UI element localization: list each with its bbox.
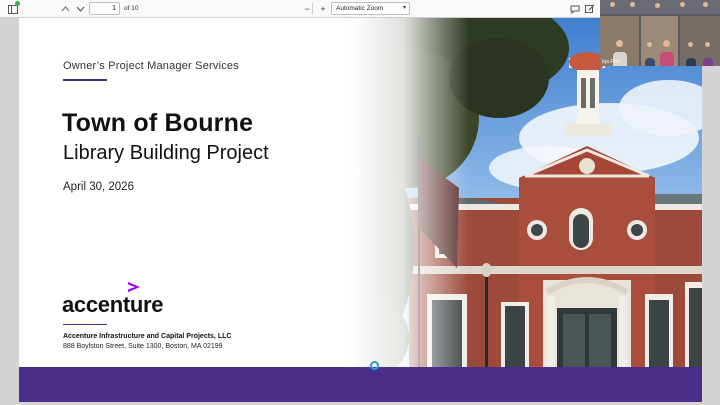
chevron-down-icon[interactable] <box>73 2 87 16</box>
accenture-logo: accenture <box>62 282 182 322</box>
video-tile-participant[interactable]: Irja Finn <box>600 16 639 66</box>
logo-text: accenture <box>62 292 164 317</box>
company-address: 888 Boylston Street, Suite 1300, Boston,… <box>63 343 223 350</box>
divider-line <box>63 324 107 325</box>
page-number-input[interactable]: 1 <box>89 2 120 15</box>
video-tile-participant[interactable] <box>641 16 678 66</box>
comment-icon[interactable] <box>568 2 582 16</box>
slide-title: Town of Bourne <box>62 109 254 137</box>
cursor-indicator <box>370 361 379 370</box>
footer-band <box>19 367 702 402</box>
video-tile-participant[interactable] <box>680 16 720 66</box>
zoom-select-value: Automatic Zoom <box>336 5 384 12</box>
draw-icon[interactable] <box>583 2 597 16</box>
zoom-in-button[interactable]: + <box>316 2 330 16</box>
company-name: Accenture Infrastructure and Capital Pro… <box>63 333 232 340</box>
participant-name: Irja Finn <box>602 59 621 65</box>
video-tile-top[interactable] <box>600 0 720 14</box>
zoom-select[interactable]: Automatic Zoom ▾ <box>331 2 410 15</box>
slide-kicker: Owner’s Project Manager Services <box>63 60 239 72</box>
chevron-up-icon[interactable] <box>58 2 72 16</box>
video-call-strip: Irja Finn <box>600 0 720 66</box>
chevron-down-icon: ▾ <box>402 5 406 11</box>
slide-subtitle: Library Building Project <box>63 142 269 164</box>
pdf-toolbar: 1 of 10 − + Automatic Zoom ▾ <box>0 0 600 18</box>
photo-fade-overlay <box>349 18 469 367</box>
slide-date: April 30, 2026 <box>63 181 134 193</box>
screen: 1 of 10 − + Automatic Zoom ▾ Owner’s Pro… <box>0 0 720 405</box>
divider-line <box>63 79 107 81</box>
page-count: of 10 <box>124 5 139 12</box>
pdf-page: Owner’s Project Manager Services Town of… <box>19 18 702 402</box>
toolbar-divider <box>312 3 313 14</box>
notification-dot <box>15 1 20 6</box>
